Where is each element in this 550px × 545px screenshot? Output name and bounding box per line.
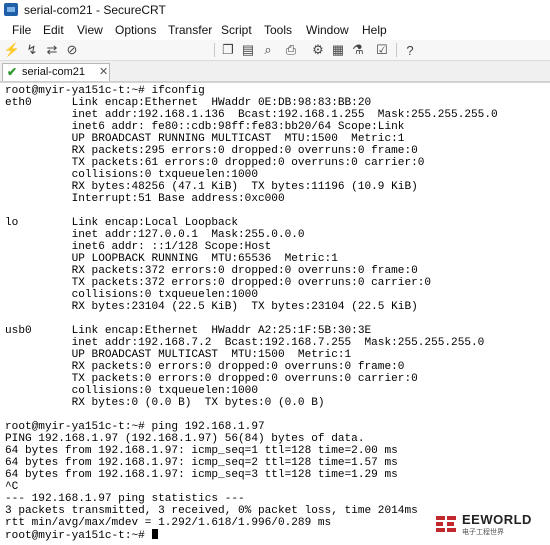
- terminal-line: RX packets:372 errors:0 dropped:0 overru…: [5, 265, 418, 277]
- terminal-line: RX packets:295 errors:0 dropped:0 overru…: [5, 145, 418, 157]
- sftp-toggle-icon[interactable]: ☑: [374, 42, 390, 58]
- terminal-line: RX bytes:0 (0.0 B) TX bytes:0 (0.0 B): [5, 397, 325, 409]
- terminal-line: PING 192.168.1.97 (192.168.1.97) 56(84) …: [5, 433, 365, 445]
- terminal-line: 64 bytes from 192.168.1.97: icmp_seq=2 t…: [5, 457, 398, 469]
- watermark-subtitle: 电子工程世界: [462, 529, 504, 536]
- menu-script[interactable]: Script: [221, 23, 252, 37]
- menu-file[interactable]: File: [12, 23, 31, 37]
- menu-tools[interactable]: Tools: [264, 23, 292, 37]
- terminal-line: collisions:0 txqueuelen:1000: [5, 169, 258, 181]
- toolbar-separator: [396, 43, 397, 57]
- settings-icon[interactable]: ⚙: [310, 42, 326, 58]
- connect-icon[interactable]: ⚡: [4, 42, 20, 58]
- terminal-line: 3 packets transmitted, 3 received, 0% pa…: [5, 505, 418, 517]
- terminal-line: root@myir-ya151c-t:~# ping 192.168.1.97: [5, 421, 265, 433]
- menu-bar: File Edit View Options Transfer Script T…: [0, 20, 550, 40]
- terminal-line: inet6 addr: ::1/128 Scope:Host: [5, 241, 272, 253]
- session-tab-label: serial-com21: [22, 66, 85, 78]
- terminal-pane[interactable]: root@myir-ya151c-t:~# ifconfig eth0 Link…: [0, 82, 550, 545]
- terminal-line: Interrupt:51 Base address:0xc000: [5, 193, 285, 205]
- terminal-line: inet addr:192.168.7.2 Bcast:192.168.7.25…: [5, 337, 485, 349]
- terminal-line: eth0 Link encap:Ethernet HWaddr 0E:DB:98…: [5, 97, 372, 109]
- copy-icon[interactable]: ❐: [220, 42, 236, 58]
- menu-options[interactable]: Options: [115, 23, 156, 37]
- terminal-line: inet6 addr: fe80::cdb:98ff:fe83:bb20/64 …: [5, 121, 405, 133]
- terminal-line: collisions:0 txqueuelen:1000: [5, 289, 258, 301]
- close-icon[interactable]: ✕: [99, 65, 108, 78]
- sftp-icon[interactable]: ⚗: [350, 42, 366, 58]
- terminal-line: 64 bytes from 192.168.1.97: icmp_seq=3 t…: [5, 469, 398, 481]
- window-title: serial-com21 - SecureCRT: [24, 3, 166, 17]
- terminal-line: ^C: [5, 481, 19, 493]
- eeworld-logo-icon: [436, 516, 456, 532]
- session-tab[interactable]: ✔ serial-com21 ✕: [2, 63, 110, 81]
- find-icon[interactable]: ⌕: [260, 42, 276, 58]
- reconnect-icon[interactable]: ⇄: [44, 42, 60, 58]
- terminal-prompt-line[interactable]: root@myir-ya151c-t:~#: [5, 529, 159, 542]
- menu-view[interactable]: View: [77, 23, 103, 37]
- menu-help[interactable]: Help: [362, 23, 387, 37]
- help-icon[interactable]: ?: [402, 42, 418, 58]
- terminal-line: UP LOOPBACK RUNNING MTU:65536 Metric:1: [5, 253, 338, 265]
- securecrt-app-icon: [4, 3, 18, 16]
- terminal-line: 64 bytes from 192.168.1.97: icmp_seq=1 t…: [5, 445, 398, 457]
- quick-connect-icon[interactable]: ↯: [24, 42, 40, 58]
- terminal-line: UP BROADCAST RUNNING MULTICAST MTU:1500 …: [5, 133, 405, 145]
- terminal-line: lo Link encap:Local Loopback: [5, 217, 239, 229]
- terminal-line: --- 192.168.1.97 ping statistics ---: [5, 493, 245, 505]
- title-bar: serial-com21 - SecureCRT: [0, 0, 550, 21]
- terminal-line: inet addr:127.0.0.1 Mask:255.0.0.0: [5, 229, 305, 241]
- terminal-line: RX packets:0 errors:0 dropped:0 overruns…: [5, 361, 405, 373]
- menu-edit[interactable]: Edit: [43, 23, 64, 37]
- terminal-prompt: root@myir-ya151c-t:~#: [5, 530, 152, 542]
- terminal-line: RX bytes:48256 (47.1 KiB) TX bytes:11196…: [5, 181, 418, 193]
- eeworld-watermark: EEWORLD 电子工程世界: [434, 510, 546, 540]
- terminal-cursor: [152, 529, 159, 539]
- terminal-line: TX packets:61 errors:0 dropped:0 overrun…: [5, 157, 425, 169]
- terminal-line: RX bytes:23104 (22.5 KiB) TX bytes:23104…: [5, 301, 418, 313]
- paste-icon[interactable]: ▤: [240, 42, 256, 58]
- keymap-icon[interactable]: ▦: [330, 42, 346, 58]
- terminal-line: collisions:0 txqueuelen:1000: [5, 385, 258, 397]
- terminal-line: UP BROADCAST MULTICAST MTU:1500 Metric:1: [5, 349, 352, 361]
- terminal-line: TX packets:372 errors:0 dropped:0 overru…: [5, 277, 432, 289]
- toolbar-separator: [214, 43, 215, 57]
- watermark-text: EEWORLD: [462, 512, 532, 527]
- terminal-line: usb0 Link encap:Ethernet HWaddr A2:25:1F…: [5, 325, 372, 337]
- disconnect-icon[interactable]: ⊘: [64, 42, 80, 58]
- menu-transfer[interactable]: Transfer: [168, 23, 212, 37]
- terminal-line: rtt min/avg/max/mdev = 1.292/1.618/1.996…: [5, 517, 332, 529]
- print-icon[interactable]: ⎙: [283, 42, 299, 58]
- terminal-line: inet addr:192.168.1.136 Bcast:192.168.1.…: [5, 109, 498, 121]
- menu-window[interactable]: Window: [306, 23, 349, 37]
- terminal-line: TX packets:0 errors:0 dropped:0 overruns…: [5, 373, 418, 385]
- connected-check-icon: ✔: [7, 65, 18, 79]
- session-tab-bar: ✔ serial-com21 ✕: [0, 61, 550, 82]
- terminal-line: root@myir-ya151c-t:~# ifconfig: [5, 85, 205, 97]
- toolbar: ⚡ ↯ ⇄ ⊘ ❐ ▤ ⌕ ⎙ ⚙ ▦ ⚗ ☑ ?: [0, 40, 550, 97]
